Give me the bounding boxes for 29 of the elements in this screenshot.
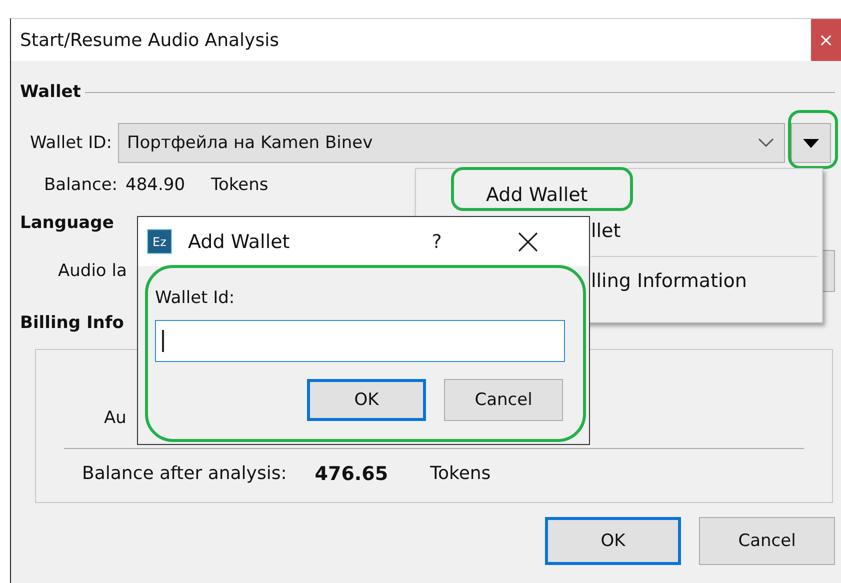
wallet-id-field[interactable] <box>155 320 565 362</box>
help-button[interactable]: ? <box>432 230 442 252</box>
balance-value: 484.90 <box>126 175 186 195</box>
balance-unit: Tokens <box>211 175 268 195</box>
balance-after-label: Balance after analysis: <box>82 463 287 485</box>
field-label: Wallet Id: <box>155 288 236 308</box>
balance-label: Balance: <box>44 175 118 195</box>
dialog-button[interactable]: Cancel <box>699 517 835 565</box>
dialog-button[interactable]: Cancel <box>444 379 563 421</box>
section-heading: Language <box>20 213 114 233</box>
menu-item[interactable]: Add Wallet <box>416 177 822 213</box>
dropdown-button[interactable] <box>791 123 831 163</box>
section-heading: Wallet <box>20 82 81 102</box>
balance-after-value: 476.65 <box>314 463 388 485</box>
window-title: Start/Resume Audio Analysis <box>19 30 279 50</box>
dialog-button[interactable]: OK <box>545 517 681 565</box>
balance-after-unit: Tokens <box>430 463 491 485</box>
close-icon[interactable] <box>518 232 538 252</box>
chevron-icon <box>758 138 774 148</box>
caret-icon <box>803 138 819 148</box>
field-label: Au <box>104 408 126 428</box>
section-heading: Billing Info <box>20 313 124 333</box>
dialog-button[interactable]: OK <box>307 379 426 421</box>
app-logo: Ez <box>147 229 172 254</box>
close-button[interactable]: × <box>811 19 841 61</box>
field-label: Wallet ID: <box>30 133 112 153</box>
wallet-select[interactable]: Портфейла на Kamen Binev <box>118 123 785 163</box>
field-label: Audio la <box>58 261 127 281</box>
window-title: Add Wallet <box>188 230 290 252</box>
